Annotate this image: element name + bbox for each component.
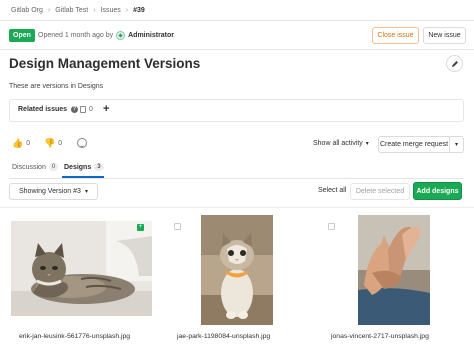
- tab-label: Designs: [64, 163, 92, 171]
- related-issues-count: 0: [80, 106, 93, 113]
- design-filename: jonas-vincent-2717-unsplash.jpg: [331, 333, 429, 340]
- tab-label: Discussion: [12, 163, 46, 171]
- add-related-issue-button[interactable]: +: [103, 103, 109, 115]
- edit-title-button[interactable]: [446, 55, 463, 72]
- design-checkbox[interactable]: [328, 223, 335, 230]
- pencil-icon: [451, 60, 458, 67]
- related-count-value: 0: [89, 106, 93, 113]
- tab-count: 3: [94, 163, 104, 171]
- design-image: [201, 215, 273, 325]
- breadcrumb-item[interactable]: Issues: [101, 7, 121, 14]
- thumbs-down-icon: 👎: [44, 138, 56, 148]
- chevron-down-icon: ▾: [84, 189, 88, 195]
- chevron-right-icon: ›: [47, 7, 51, 14]
- issues-icon: [80, 106, 86, 113]
- design-image: [358, 215, 430, 325]
- chevron-right-icon: ›: [125, 7, 129, 14]
- related-issues-header: Related issues ?: [18, 106, 79, 113]
- status-badge: Open: [9, 29, 35, 42]
- design-filename: jae-park-1198084-unsplash.jpg: [177, 333, 271, 340]
- thumbs-up-count: 0: [26, 140, 31, 147]
- tab-discussion[interactable]: Discussion 0: [12, 163, 59, 171]
- design-thumbnail[interactable]: [201, 215, 273, 325]
- activity-filter-label: Show all activity: [313, 140, 363, 147]
- thumbs-down-button[interactable]: 👎 0: [44, 138, 62, 149]
- avatar[interactable]: [116, 31, 126, 40]
- version-dropdown[interactable]: Showing Version #3 ▾: [9, 183, 98, 200]
- breadcrumb-divider: [0, 20, 474, 21]
- design-image: [11, 221, 152, 316]
- chevron-down-icon: ▾: [454, 142, 458, 148]
- design-checkbox[interactable]: [174, 223, 181, 230]
- breadcrumb-item[interactable]: Gitlab Org: [11, 7, 43, 14]
- plus-icon: +: [137, 224, 144, 231]
- add-designs-button[interactable]: Add designs: [413, 182, 462, 200]
- author-link[interactable]: Administrator: [128, 32, 174, 39]
- tab-designs[interactable]: Designs 3: [64, 163, 104, 171]
- tab-count: 0: [48, 163, 59, 171]
- opened-text: Opened 1 month ago by: [38, 32, 114, 39]
- chevron-down-icon: ▾: [365, 141, 369, 147]
- header-divider: [0, 49, 474, 50]
- new-issue-button[interactable]: New issue: [423, 27, 466, 44]
- activity-filter-dropdown[interactable]: Show all activity ▾: [313, 140, 369, 147]
- question-icon[interactable]: ?: [71, 106, 79, 113]
- select-all-button[interactable]: Select all: [318, 187, 346, 194]
- tabs-divider: [9, 178, 464, 179]
- thumbs-down-count: 0: [58, 140, 63, 147]
- design-thumbnail[interactable]: [358, 215, 430, 325]
- issue-meta: Opened 1 month ago by Administrator: [38, 31, 174, 40]
- page-title: Design Management Versions: [9, 56, 201, 71]
- smiley-icon[interactable]: [77, 138, 87, 148]
- issue-description: These are versions in Designs: [9, 83, 104, 90]
- design-thumbnail[interactable]: [11, 221, 152, 316]
- related-issues-label: Related issues: [18, 106, 68, 113]
- breadcrumb-current[interactable]: #39: [133, 7, 145, 14]
- designs-toolbar-divider: [0, 207, 474, 208]
- create-merge-request-button[interactable]: Create merge request: [378, 136, 450, 153]
- thumbs-up-icon: 👍: [12, 138, 24, 148]
- design-filename: erik-jan-leusink-561776-unsplash.jpg: [19, 333, 131, 340]
- delete-selected-button[interactable]: Delete selected: [350, 183, 410, 200]
- close-issue-button[interactable]: Close issue: [372, 27, 419, 44]
- tab-active-indicator: [62, 176, 104, 178]
- breadcrumb: Gitlab Org › Gitlab Test › Issues › #39: [11, 7, 145, 14]
- version-label: Showing Version #3: [19, 188, 81, 195]
- thumbs-up-button[interactable]: 👍 0: [12, 138, 30, 149]
- merge-request-dropdown-toggle[interactable]: ▾: [450, 136, 464, 153]
- breadcrumb-item[interactable]: Gitlab Test: [55, 7, 88, 14]
- chevron-right-icon: ›: [93, 7, 96, 14]
